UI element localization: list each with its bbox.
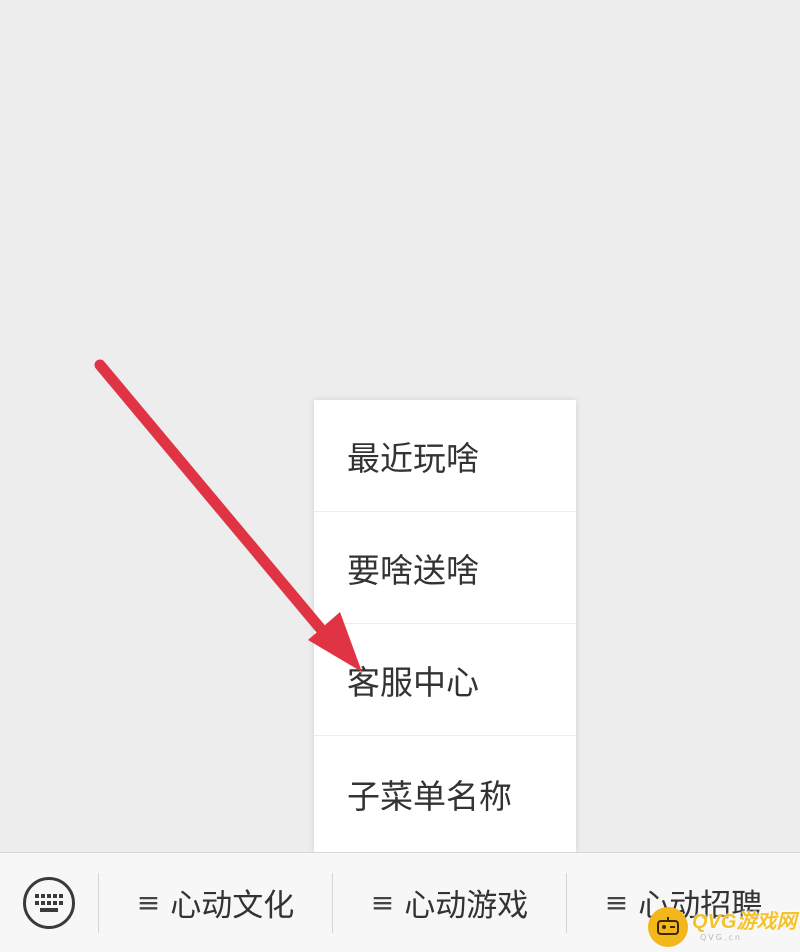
keyboard-toggle-button[interactable] bbox=[0, 853, 98, 952]
submenu-item-submenu-name[interactable]: 子菜单名称 bbox=[314, 736, 576, 852]
site-watermark: QVG游戏网 QVG.cn bbox=[648, 905, 798, 949]
watermark-text: QVG游戏网 bbox=[692, 911, 797, 933]
submenu-item-label: 要啥送啥 bbox=[347, 550, 479, 590]
gamepad-icon bbox=[648, 907, 688, 947]
menu-tab-games[interactable]: ≡ 心动游戏 bbox=[332, 872, 566, 933]
submenu-item-label: 子菜单名称 bbox=[347, 777, 512, 816]
submenu-item-label: 最近玩啥 bbox=[347, 438, 479, 478]
submenu-item-label: 客服中心 bbox=[347, 662, 479, 702]
list-icon: ≡ bbox=[370, 886, 395, 919]
list-icon: ≡ bbox=[136, 886, 161, 919]
keyboard-icon bbox=[23, 876, 75, 929]
menu-tab-label: 心动游戏 bbox=[404, 888, 529, 924]
menu-tab-label: 心动文化 bbox=[170, 888, 295, 924]
submenu-popup: 最近玩啥 要啥送啥 客服中心 子菜单名称 bbox=[314, 400, 576, 852]
menu-tab-culture[interactable]: ≡ 心动文化 bbox=[98, 872, 332, 933]
watermark-subtext: QVG.cn bbox=[700, 933, 742, 942]
list-icon: ≡ bbox=[604, 886, 629, 919]
submenu-item-customer-service[interactable]: 客服中心 bbox=[314, 624, 576, 736]
submenu-item-gifts[interactable]: 要啥送啥 bbox=[314, 512, 576, 624]
submenu-item-recent-games[interactable]: 最近玩啥 bbox=[314, 400, 576, 512]
